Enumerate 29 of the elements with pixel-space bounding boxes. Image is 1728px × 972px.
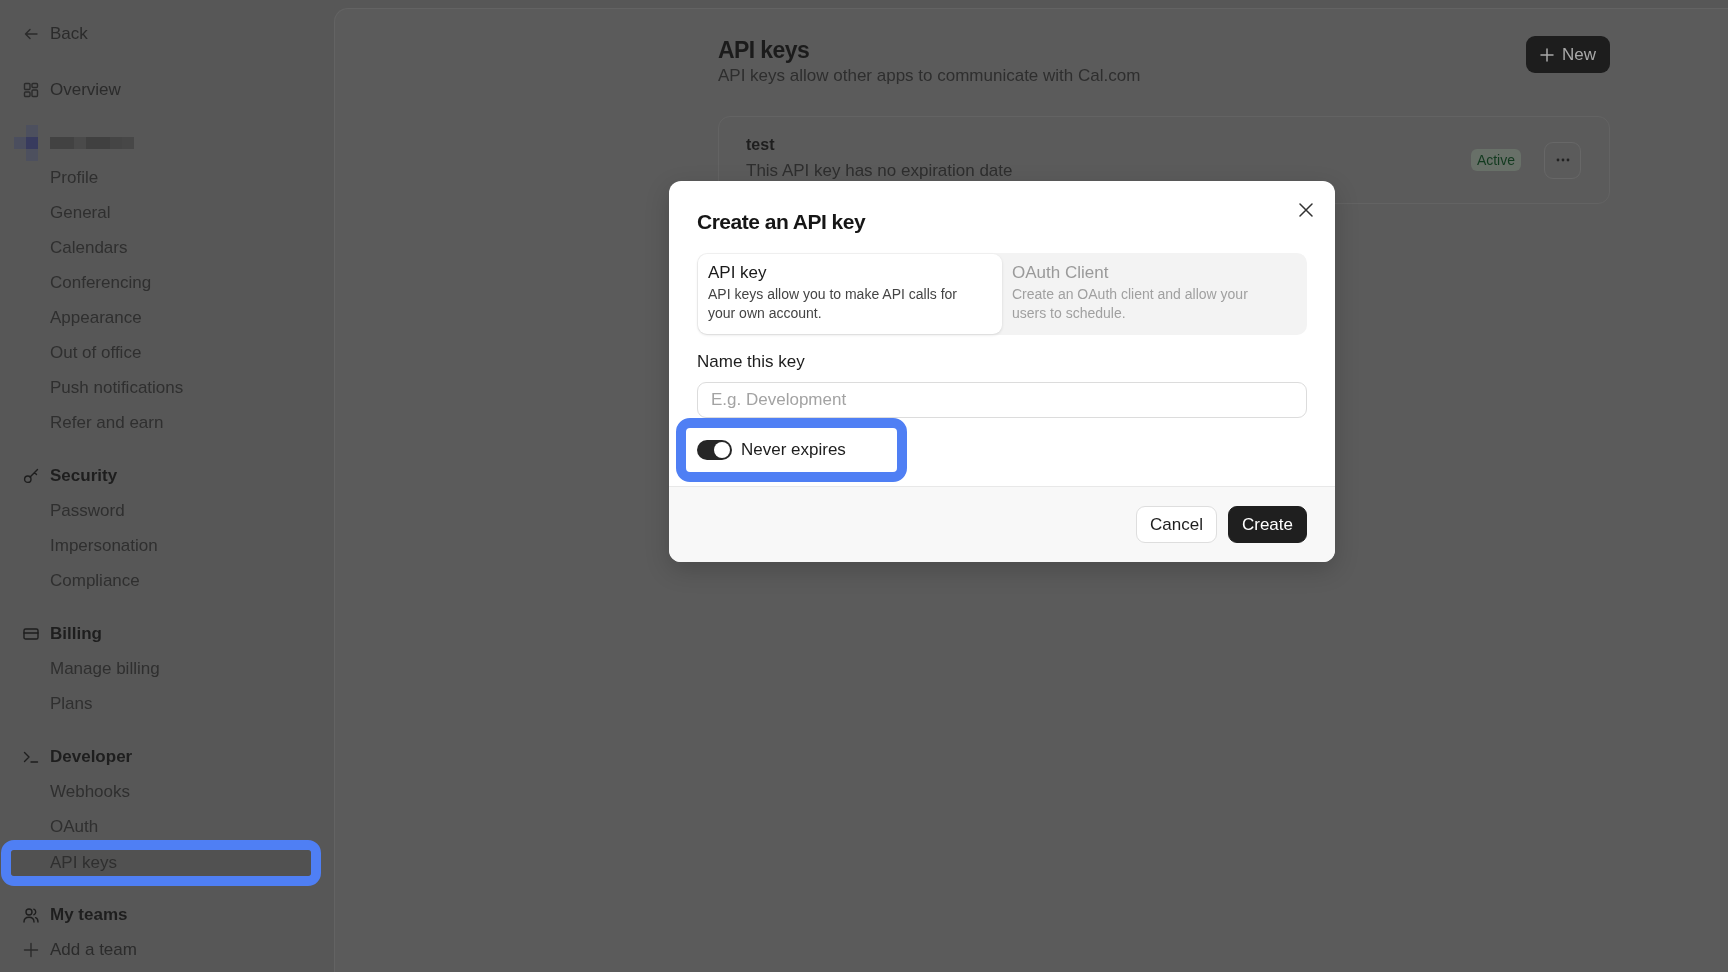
section-heading: Developer — [50, 747, 133, 767]
section-heading: My teams — [50, 905, 128, 925]
credit-card-icon — [23, 626, 39, 642]
option-tab[interactable]: OAuth Client Create an OAuth client and allow your users to schedule. — [1002, 254, 1306, 334]
new-button[interactable]: New — [1526, 36, 1610, 73]
cancel-button[interactable]: Cancel — [1136, 506, 1217, 543]
key-icon — [23, 468, 39, 484]
dashboard-grid-icon — [23, 82, 39, 98]
terminal-icon — [23, 749, 39, 765]
create-button[interactable]: Create — [1227, 506, 1307, 543]
back-arrow-icon — [23, 26, 39, 42]
section-heading: Security — [50, 466, 118, 486]
users-icon — [23, 907, 39, 923]
section-heading: Billing — [50, 624, 102, 644]
toggle-label: Never expires — [741, 440, 846, 460]
plus-icon — [1540, 47, 1554, 62]
status-badge: Active — [1470, 149, 1521, 171]
close-button[interactable] — [1298, 202, 1314, 218]
key-name: test — [746, 135, 775, 155]
plus-icon — [23, 942, 39, 958]
page-title: API keys — [718, 36, 810, 65]
toggle-switch[interactable] — [697, 440, 732, 460]
pixelated-avatar-icon — [14, 125, 38, 161]
more-icon — [1555, 158, 1570, 162]
dialog-title: Create an API key — [697, 209, 866, 235]
close-icon — [1299, 203, 1313, 217]
field-label: Name this key — [697, 352, 805, 372]
input-field[interactable]: E.g. Development — [697, 382, 1307, 418]
option-tab[interactable]: API key API keys allow you to make API calls for your own account. — [698, 254, 1002, 334]
